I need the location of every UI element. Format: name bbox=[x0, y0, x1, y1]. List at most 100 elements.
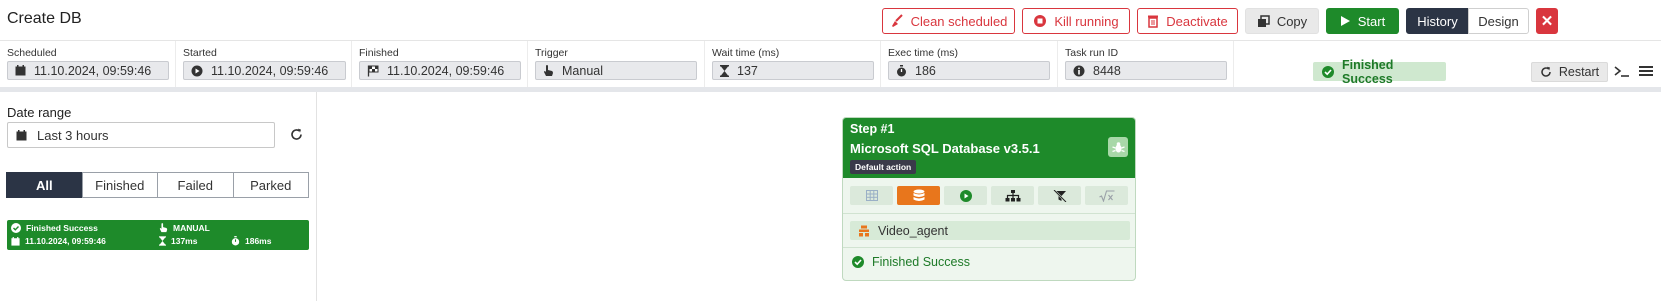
run-date-text: 11.10.2024, 09:59:46 bbox=[25, 236, 106, 246]
run-exec-text: 186ms bbox=[245, 236, 272, 246]
close-button[interactable]: ✕ bbox=[1536, 8, 1558, 34]
copy-button[interactable]: Copy bbox=[1245, 8, 1319, 34]
history-label: History bbox=[1417, 13, 1458, 29]
tab-history[interactable]: History bbox=[1406, 8, 1469, 34]
broom-icon bbox=[890, 14, 904, 28]
finished-field: Finished 11.10.2024, 09:59:46 bbox=[352, 41, 528, 87]
check-circle-icon bbox=[11, 223, 21, 233]
table-icon bbox=[865, 190, 878, 201]
task-run-id-value-box: 8448 bbox=[1065, 61, 1227, 80]
step-agent: Video_agent bbox=[850, 221, 1130, 240]
run-status-text: Finished Success bbox=[26, 223, 98, 233]
task-run-id-field: Task run ID 8448 bbox=[1058, 41, 1234, 87]
kill-running-label: Kill running bbox=[1054, 13, 1119, 29]
step-card-header: Step #1 Microsoft SQL Database v3.5.1 De… bbox=[843, 118, 1135, 178]
play-icon bbox=[1340, 15, 1351, 27]
wait-time-value: 137 bbox=[737, 63, 758, 78]
trigger-value-box: Manual bbox=[535, 61, 697, 80]
formula-icon bbox=[1098, 189, 1115, 202]
deactivate-label: Deactivate bbox=[1166, 13, 1228, 29]
menu-icon[interactable] bbox=[1639, 65, 1653, 77]
stop-circle-icon bbox=[1033, 14, 1047, 28]
filter-tab-parked[interactable]: Parked bbox=[232, 172, 309, 198]
deactivate-button[interactable]: Deactivate bbox=[1137, 8, 1238, 34]
run-trigger: MANUAL bbox=[159, 223, 210, 233]
formula-tool-button[interactable] bbox=[1085, 186, 1128, 205]
step-divider bbox=[843, 213, 1135, 214]
run-status: Finished Success bbox=[11, 223, 98, 233]
trigger-label: Trigger bbox=[535, 47, 568, 59]
refresh-icon[interactable] bbox=[290, 128, 303, 141]
scheduled-value-box: 11.10.2024, 09:59:46 bbox=[7, 61, 169, 80]
hand-pointer-icon bbox=[543, 64, 554, 77]
date-range-value: Last 3 hours bbox=[37, 127, 109, 143]
page-title: Create DB bbox=[7, 10, 82, 27]
terminal-icon[interactable] bbox=[1614, 65, 1630, 77]
check-circle-icon bbox=[852, 256, 864, 268]
info-circle-icon bbox=[1073, 65, 1085, 77]
trigger-field: Trigger Manual bbox=[528, 41, 705, 87]
filter-tab-all[interactable]: All bbox=[6, 172, 83, 198]
date-range-label: Date range bbox=[7, 105, 72, 120]
started-label: Started bbox=[183, 47, 217, 59]
exec-time-value: 186 bbox=[915, 63, 936, 78]
task-run-id-label: Task run ID bbox=[1065, 47, 1119, 59]
hourglass-icon bbox=[159, 236, 166, 246]
kill-running-button[interactable]: Kill running bbox=[1022, 8, 1130, 34]
step-divider bbox=[843, 247, 1135, 248]
date-range-picker[interactable]: Last 3 hours bbox=[7, 122, 275, 148]
scheduled-value: 11.10.2024, 09:59:46 bbox=[34, 63, 152, 78]
wait-time-label: Wait time (ms) bbox=[712, 47, 780, 59]
filter-tab-finished[interactable]: Finished bbox=[81, 172, 158, 198]
filter-tab-failed[interactable]: Failed bbox=[157, 172, 234, 198]
finished-label: Finished bbox=[359, 47, 399, 59]
refresh-icon bbox=[1540, 66, 1552, 78]
run-date: 11.10.2024, 09:59:46 bbox=[11, 236, 106, 246]
agent-name: Video_agent bbox=[878, 223, 948, 238]
stopwatch-icon bbox=[896, 64, 907, 77]
copy-label: Copy bbox=[1276, 13, 1308, 29]
run-tool-button[interactable] bbox=[944, 186, 987, 205]
finished-value-box: 11.10.2024, 09:59:46 bbox=[359, 61, 521, 80]
hierarchy-tool-button[interactable] bbox=[991, 186, 1034, 205]
exec-time-label: Exec time (ms) bbox=[888, 47, 959, 59]
step-status: Finished Success bbox=[852, 255, 970, 269]
table-tool-button[interactable] bbox=[850, 186, 893, 205]
started-value: 11.10.2024, 09:59:46 bbox=[211, 63, 329, 78]
trash-icon bbox=[1147, 14, 1159, 28]
database-tool-button[interactable] bbox=[897, 186, 940, 205]
debug-button[interactable] bbox=[1108, 137, 1128, 157]
run-list-item[interactable]: Finished Success MANUAL 11.10.2024, 09:5… bbox=[7, 220, 309, 250]
check-circle-icon bbox=[1322, 65, 1334, 78]
start-button[interactable]: Start bbox=[1326, 8, 1399, 34]
scheduled-label: Scheduled bbox=[7, 47, 57, 59]
flag-checkered-icon bbox=[367, 65, 379, 77]
play-circle-icon bbox=[959, 189, 972, 202]
start-label: Start bbox=[1357, 13, 1386, 29]
started-value-box: 11.10.2024, 09:59:46 bbox=[183, 61, 346, 80]
restart-button[interactable]: Restart bbox=[1531, 62, 1608, 82]
step-card[interactable]: Step #1 Microsoft SQL Database v3.5.1 De… bbox=[842, 117, 1136, 281]
hourglass-icon bbox=[720, 64, 729, 77]
agent-icon bbox=[858, 225, 870, 237]
filter-off-tool-button[interactable] bbox=[1038, 186, 1081, 205]
tab-design[interactable]: Design bbox=[1468, 8, 1529, 34]
task-run-info-bar: Scheduled 11.10.2024, 09:59:46 Started 1… bbox=[0, 41, 1661, 92]
close-icon: ✕ bbox=[1540, 13, 1554, 30]
calendar-icon bbox=[16, 129, 27, 141]
exec-time-field: Exec time (ms) 186 bbox=[881, 41, 1058, 87]
top-bar: Create DB Clean scheduled Kill running D… bbox=[0, 0, 1661, 41]
step-title: Microsoft SQL Database v3.5.1 bbox=[850, 141, 1040, 156]
exec-time-value-box: 186 bbox=[888, 61, 1050, 80]
run-exec: 186ms bbox=[231, 236, 271, 246]
step-number: Step #1 bbox=[850, 122, 895, 136]
wait-time-value-box: 137 bbox=[712, 61, 874, 80]
trigger-value: Manual bbox=[562, 63, 603, 78]
run-wait-text: 137ms bbox=[171, 236, 198, 246]
started-field: Started 11.10.2024, 09:59:46 bbox=[176, 41, 352, 87]
hierarchy-icon bbox=[1005, 189, 1021, 202]
status-filter-tabs: All Finished Failed Parked bbox=[6, 172, 309, 198]
calendar-icon bbox=[15, 65, 26, 76]
filter-off-icon bbox=[1052, 189, 1067, 202]
clean-scheduled-button[interactable]: Clean scheduled bbox=[882, 8, 1015, 34]
